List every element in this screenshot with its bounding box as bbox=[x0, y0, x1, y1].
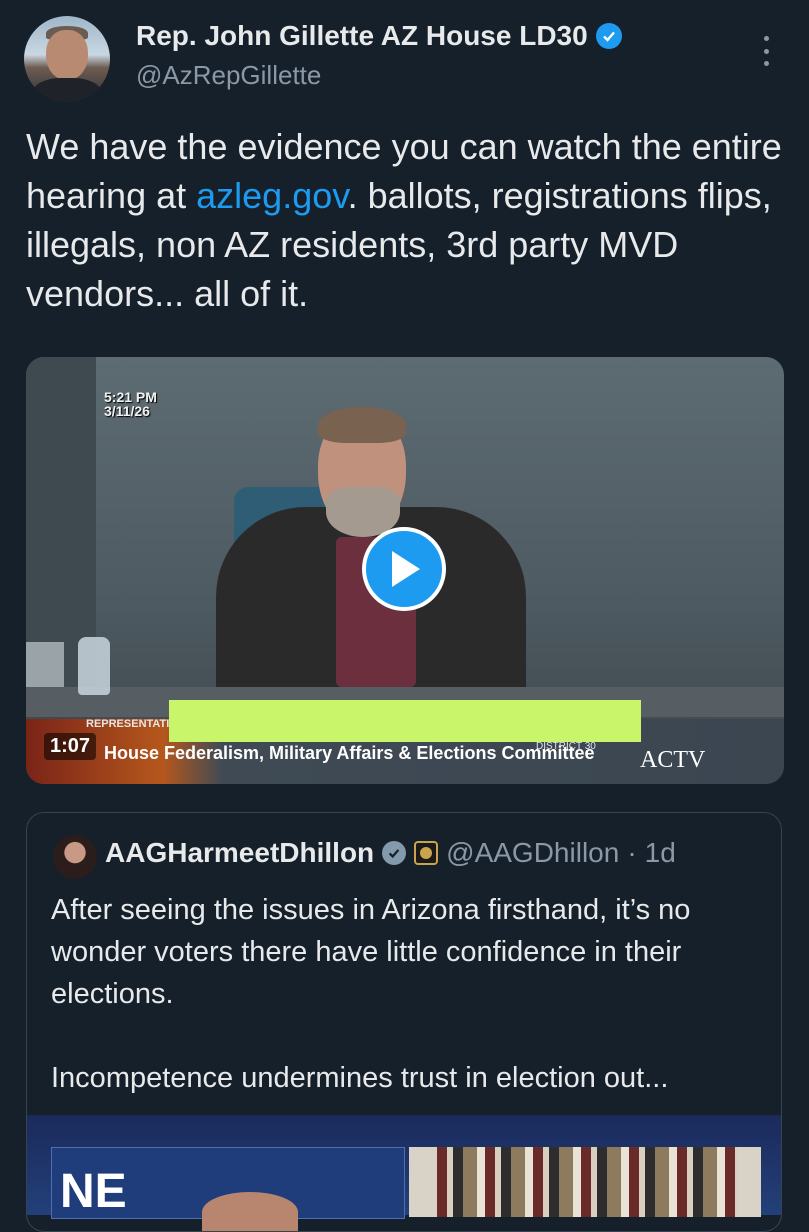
quoted-media-bookshelf bbox=[437, 1147, 737, 1217]
quoted-author-handle[interactable]: @AAGDhillon bbox=[446, 837, 619, 869]
video-scene-monitor bbox=[26, 642, 64, 692]
avatar-suit bbox=[32, 78, 102, 102]
network-logo: ACTV bbox=[640, 747, 706, 773]
quoted-tweet-age[interactable]: 1d bbox=[645, 837, 676, 869]
video-scene-water-bottle bbox=[78, 637, 110, 695]
quoted-separator: · bbox=[627, 837, 637, 868]
quoted-text-paragraph-2: Incompetence undermines trust in electio… bbox=[51, 1062, 669, 1094]
quoted-media-banner-text: NE bbox=[60, 1165, 127, 1218]
quoted-tweet-media[interactable]: NE bbox=[27, 1115, 781, 1231]
author-handle[interactable]: @AzRepGillette bbox=[136, 60, 321, 91]
quoted-media-right-frame bbox=[409, 1147, 761, 1217]
government-affiliation-icon[interactable] bbox=[414, 841, 439, 865]
author-name[interactable]: Rep. John Gillette AZ House LD30 bbox=[136, 20, 622, 52]
video-committee-title: House Federalism, Military Affairs & Ele… bbox=[104, 743, 595, 763]
video-scene-speaker-hair bbox=[318, 407, 406, 443]
verified-badge-icon[interactable] bbox=[382, 841, 407, 865]
play-icon[interactable] bbox=[362, 527, 446, 611]
quoted-tweet-body: After seeing the issues in Arizona first… bbox=[51, 889, 763, 1099]
quoted-media-left-frame: NE bbox=[51, 1147, 405, 1231]
author-avatar[interactable] bbox=[24, 16, 110, 102]
quoted-text-paragraph-1: After seeing the issues in Arizona first… bbox=[51, 894, 691, 1010]
redaction-box bbox=[169, 700, 641, 742]
video-duration: 1:07 bbox=[44, 733, 97, 760]
quoted-tweet-header: AAGHarmeetDhillon @AAGDhillon · 1d bbox=[105, 837, 676, 869]
tweet-body: We have the evidence you can watch the e… bbox=[26, 122, 796, 318]
quoted-media-person bbox=[202, 1192, 298, 1231]
verified-badge-icon[interactable] bbox=[595, 23, 622, 49]
video-timestamp: 5:21 PM 3/11/26 bbox=[104, 390, 157, 418]
quoted-text-spacer bbox=[51, 1015, 763, 1057]
video-lower-third-label: REPRESENTATIV bbox=[86, 718, 177, 730]
video-player[interactable]: 5:21 PM 3/11/26 REPRESENTATIV DISTRICT 3… bbox=[26, 357, 784, 784]
video-timestamp-time: 5:21 PM bbox=[104, 389, 157, 405]
quoted-tweet[interactable]: AAGHarmeetDhillon @AAGDhillon · 1d After… bbox=[26, 812, 782, 1232]
more-options-icon[interactable] bbox=[758, 36, 774, 66]
tweet-link[interactable]: azleg.gov bbox=[196, 175, 347, 216]
avatar-face bbox=[46, 30, 88, 80]
quoted-author-avatar[interactable] bbox=[53, 835, 97, 879]
quoted-author-name[interactable]: AAGHarmeetDhillon bbox=[105, 837, 374, 869]
video-timestamp-date: 3/11/26 bbox=[104, 403, 150, 419]
author-display-name[interactable]: Rep. John Gillette AZ House LD30 bbox=[136, 20, 588, 52]
